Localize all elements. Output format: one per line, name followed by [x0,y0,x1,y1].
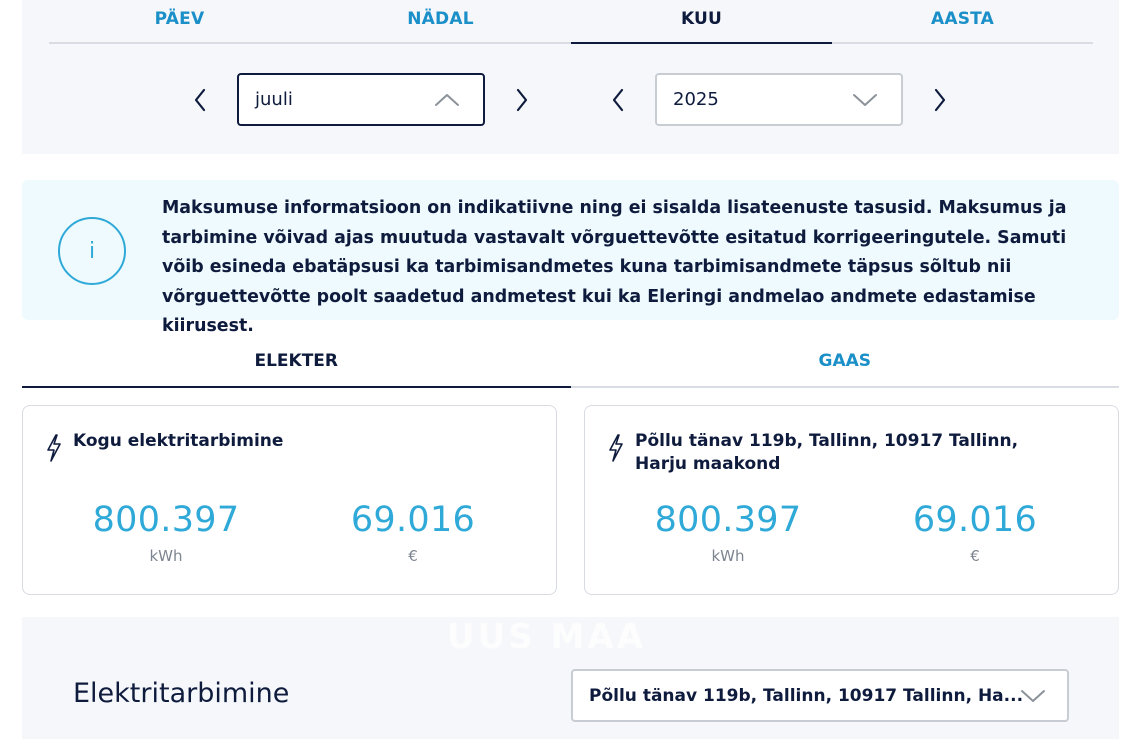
chevron-left-icon [612,88,624,112]
period-selector-panel: PÄEV NÄDAL KUU AASTA juuli 2025 [22,0,1119,154]
consumption-section: UUS MAA Elektritarbimine Põllu tänav 119… [22,617,1119,739]
month-select[interactable]: juuli [237,73,485,126]
year-select[interactable]: 2025 [655,73,903,126]
info-banner: i Maksumuse informatsioon on indikatiivn… [22,180,1119,336]
chevron-up-icon [435,94,459,106]
month-select-value: juuli [255,89,293,110]
tab-electricity[interactable]: ELEKTER [22,338,571,388]
consumption-metric: 800.397 kWh [628,498,828,565]
previous-year-button[interactable] [605,86,631,114]
lightning-bolt-icon [47,434,61,462]
address-select[interactable]: Põllu tänav 119b, Tallinn, 10917 Tallinn… [571,669,1069,722]
chevron-down-icon [853,94,877,106]
info-icon: i [58,217,126,285]
tab-gas[interactable]: GAAS [571,338,1120,386]
consumption-metric: 800.397 kWh [66,498,266,565]
next-year-button[interactable] [927,86,953,114]
cost-unit: € [408,547,418,565]
tab-year[interactable]: AASTA [832,0,1093,42]
total-consumption-card: Kogu elektritarbimine 800.397 kWh 69.016… [22,405,557,595]
card-title: Kogu elektritarbimine [73,431,284,451]
consumption-value: 800.397 [654,500,802,540]
chevron-down-icon [1021,690,1045,702]
address-select-value: Põllu tänav 119b, Tallinn, 10917 Tallinn… [589,685,1024,706]
chevron-right-icon [934,88,946,112]
card-title: Põllu tänav 119b, Tallinn, 10917 Tallinn… [635,431,1019,474]
period-tabs: PÄEV NÄDAL KUU AASTA [49,0,1093,44]
year-select-value: 2025 [673,89,719,110]
cost-metric: 69.016 € [875,498,1075,565]
next-month-button[interactable] [509,86,535,114]
lightning-bolt-icon [609,434,623,462]
info-text: Maksumuse informatsioon on indikatiivne … [162,198,1067,336]
consumption-unit: kWh [149,547,183,565]
tab-week[interactable]: NÄDAL [310,0,571,42]
chevron-right-icon [516,88,528,112]
cost-value: 69.016 [912,500,1038,540]
tab-day[interactable]: PÄEV [49,0,310,42]
energy-tabs: ELEKTER GAAS [22,338,1119,388]
cost-unit: € [970,547,980,565]
consumption-unit: kWh [711,547,745,565]
section-title: Elektritarbimine [73,678,290,709]
cost-metric: 69.016 € [313,498,513,565]
watermark: UUS MAA [447,617,647,657]
chevron-left-icon [194,88,206,112]
previous-month-button[interactable] [187,86,213,114]
cost-value: 69.016 [350,500,476,540]
address-consumption-card: Põllu tänav 119b, Tallinn, 10917 Tallinn… [584,405,1119,595]
tab-month[interactable]: KUU [571,0,832,44]
consumption-value: 800.397 [92,500,240,540]
